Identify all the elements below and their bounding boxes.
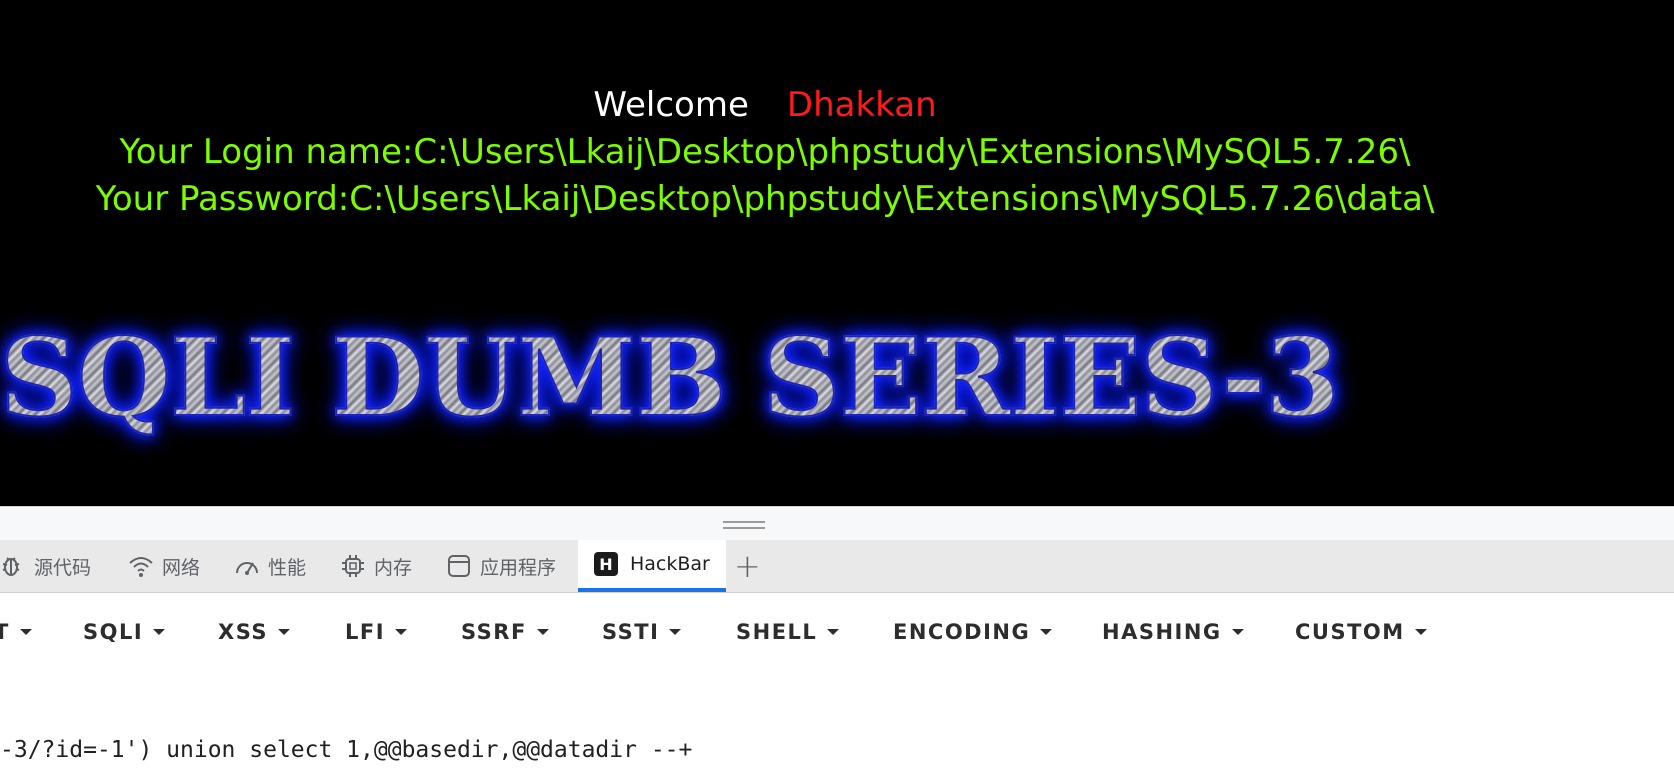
tab-label: HackBar (630, 553, 710, 575)
tab-label: 内存 (374, 556, 413, 579)
welcome-label: Welcome (593, 85, 749, 125)
hackbar-logo-icon: H (594, 552, 618, 576)
bug-icon (2, 557, 20, 576)
user-name: Dhakkan (786, 85, 937, 125)
tab-memory[interactable]: 内存 (340, 540, 412, 592)
tab-performance[interactable]: 性能 (234, 540, 306, 592)
menu-xss[interactable]: XSS (218, 604, 290, 660)
menu-encoding[interactable]: ENCODING (893, 604, 1053, 660)
tab-label: 源代码 (34, 556, 92, 579)
login-name-result: Your Login name:C:\Users\Lkaij\Desktop\p… (119, 132, 1411, 172)
chevron-down-icon (153, 629, 166, 635)
tab-network[interactable]: 网络 (128, 540, 200, 592)
menu-ssrf[interactable]: SSRF (461, 604, 549, 660)
devtools-resize-handle[interactable] (0, 506, 1674, 541)
tab-label: 网络 (162, 556, 201, 579)
menu-label: XSS (218, 620, 268, 644)
chevron-down-icon (827, 629, 840, 635)
menu-label: SHELL (736, 620, 818, 644)
menu-sqli[interactable]: SQLI (83, 604, 166, 660)
chevron-down-icon (278, 629, 290, 635)
menu-label: T (0, 620, 10, 644)
tab-sources[interactable]: 源代码 (0, 540, 91, 592)
chip-icon (342, 555, 364, 577)
chevron-down-icon (1414, 629, 1427, 635)
devtools-tab-bar: 源代码 网络 性能 内存 应用程序 H HackBar + (0, 540, 1674, 593)
password-result: Your Password:C:\Users\Lkaij\Desktop\php… (95, 179, 1435, 219)
gauge-icon (236, 562, 258, 575)
chevron-down-icon (1040, 629, 1053, 635)
menu-hashing[interactable]: HASHING (1102, 604, 1244, 660)
menu-partial[interactable]: T (0, 604, 32, 660)
chevron-down-icon (669, 629, 682, 635)
menu-lfi[interactable]: LFI (345, 604, 408, 660)
menu-label: SSRF (461, 620, 527, 644)
plus-icon: + (734, 547, 761, 585)
menu-label: CUSTOM (1295, 620, 1405, 644)
tab-application[interactable]: 应用程序 (446, 540, 556, 592)
menu-label: SSTI (602, 620, 660, 644)
menu-custom[interactable]: CUSTOM (1295, 604, 1427, 660)
web-page: Welcome Dhakkan Your Login name:C:\Users\… (0, 0, 1674, 506)
window-icon (448, 555, 470, 577)
tab-label: 应用程序 (480, 556, 557, 579)
menu-shell[interactable]: SHELL (736, 604, 840, 660)
menu-label: LFI (345, 620, 386, 644)
grip-line-icon (723, 527, 765, 529)
menu-label: HASHING (1102, 620, 1222, 644)
url-input[interactable] (0, 730, 1674, 770)
welcome-line: Welcome Dhakkan (0, 82, 1530, 128)
menu-label: SQLI (83, 620, 144, 644)
tab-hackbar[interactable]: H HackBar (578, 540, 726, 592)
menu-label: ENCODING (893, 620, 1031, 644)
chevron-down-icon (1231, 629, 1244, 635)
chevron-down-icon (395, 629, 408, 635)
series-banner-logo: SQLI DUMB SERIES-3 (0, 317, 1500, 439)
wifi-icon (129, 557, 153, 577)
grip-line-icon (723, 521, 765, 523)
chevron-down-icon (19, 629, 32, 635)
add-tab-button[interactable]: + (734, 540, 761, 592)
menu-ssti[interactable]: SSTI (602, 604, 682, 660)
tab-label: 性能 (268, 556, 307, 579)
chevron-down-icon (536, 629, 549, 635)
